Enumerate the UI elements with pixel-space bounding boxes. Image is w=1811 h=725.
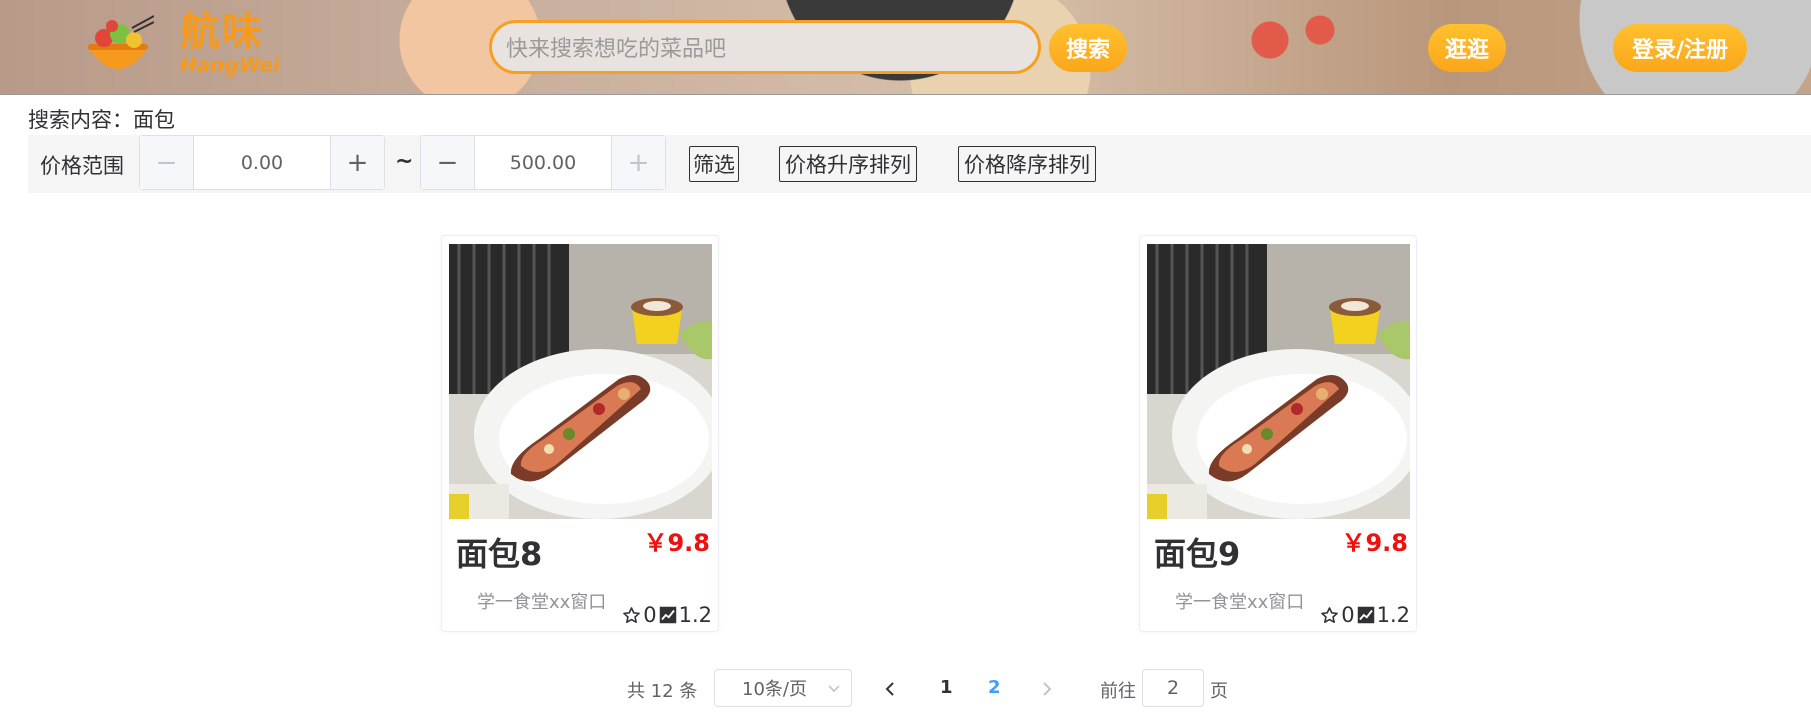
dish-image[interactable] bbox=[449, 244, 712, 519]
header-banner: 航味 HangWei 快来搜索想吃的菜品吧 搜索 逛逛 登录/注册 bbox=[0, 0, 1811, 95]
trend-chart-icon bbox=[1357, 606, 1374, 624]
prev-page-button[interactable] bbox=[883, 678, 897, 702]
dish-shop: 学一食堂xx窗口 bbox=[477, 592, 607, 613]
search-button[interactable]: 搜索 bbox=[1049, 24, 1127, 72]
price-range-label: 价格范围 bbox=[40, 154, 124, 178]
logo-en: HangWei bbox=[180, 53, 280, 77]
dish-price: ￥9.8 bbox=[1341, 529, 1408, 557]
chevron-right-icon bbox=[1043, 682, 1052, 696]
page-size-value: 10条/页 bbox=[742, 679, 807, 700]
max-price-decrease-button[interactable]: − bbox=[421, 136, 475, 189]
logo-text: 航味 HangWei bbox=[180, 10, 290, 90]
star-count: 0 bbox=[1341, 603, 1355, 627]
range-separator: ~ bbox=[395, 149, 414, 174]
chevron-down-icon bbox=[828, 685, 840, 693]
max-price-value[interactable]: 500.00 bbox=[475, 136, 611, 189]
goto-page-input[interactable]: 2 bbox=[1142, 669, 1204, 707]
max-price-stepper[interactable]: − 500.00 + bbox=[420, 135, 666, 190]
dish-card[interactable]: 面包9 ￥9.8 学一食堂xx窗口 0 1.2 bbox=[1139, 235, 1417, 632]
min-price-increase-button[interactable]: + bbox=[330, 136, 384, 189]
goto-label: 前往 bbox=[1100, 681, 1136, 702]
min-price-value[interactable]: 0.00 bbox=[194, 136, 330, 189]
search-content-label: 搜索内容：面包 bbox=[28, 108, 175, 132]
next-page-button[interactable] bbox=[1040, 678, 1054, 702]
price-filter-bar: 价格范围 − 0.00 + ~ − 500.00 + 筛选 价格升序排列 价格降… bbox=[28, 135, 1811, 193]
sort-price-desc-button[interactable]: 价格降序排列 bbox=[958, 146, 1096, 182]
chevron-left-icon bbox=[885, 682, 894, 696]
food-bowl-logo-icon bbox=[88, 15, 154, 69]
dish-card[interactable]: 面包8 ￥9.8 学一食堂xx窗口 0 1.2 bbox=[441, 235, 719, 632]
trend-value: 1.2 bbox=[678, 603, 712, 627]
star-icon[interactable] bbox=[1320, 606, 1339, 625]
search-input[interactable]: 快来搜索想吃的菜品吧 bbox=[489, 20, 1041, 74]
page-size-select[interactable]: 10条/页 bbox=[714, 669, 852, 707]
min-price-stepper[interactable]: − 0.00 + bbox=[139, 135, 385, 190]
pagination-total: 共 12 条 bbox=[627, 681, 698, 702]
dish-name[interactable]: 面包8 bbox=[456, 529, 542, 575]
login-register-button[interactable]: 登录/注册 bbox=[1613, 24, 1747, 72]
trend-value: 1.2 bbox=[1376, 603, 1410, 627]
page-number-2-active[interactable]: 2 bbox=[988, 677, 1001, 698]
logo-cn: 航味 bbox=[180, 8, 264, 55]
dish-price: ￥9.8 bbox=[643, 529, 710, 557]
star-icon[interactable] bbox=[622, 606, 641, 625]
trend-chart-icon bbox=[659, 606, 676, 624]
browse-button[interactable]: 逛逛 bbox=[1428, 24, 1506, 72]
min-price-decrease-button[interactable]: − bbox=[140, 136, 194, 189]
dish-image[interactable] bbox=[1147, 244, 1410, 519]
filter-button[interactable]: 筛选 bbox=[689, 146, 739, 182]
dish-stats: 0 1.2 bbox=[622, 603, 712, 627]
page-unit-label: 页 bbox=[1210, 681, 1228, 702]
page-number-1[interactable]: 1 bbox=[940, 677, 953, 698]
dish-stats: 0 1.2 bbox=[1320, 603, 1410, 627]
dish-name[interactable]: 面包9 bbox=[1154, 529, 1240, 575]
sort-price-asc-button[interactable]: 价格升序排列 bbox=[779, 146, 917, 182]
dish-shop: 学一食堂xx窗口 bbox=[1175, 592, 1305, 613]
star-count: 0 bbox=[643, 603, 657, 627]
max-price-increase-button[interactable]: + bbox=[611, 136, 665, 189]
